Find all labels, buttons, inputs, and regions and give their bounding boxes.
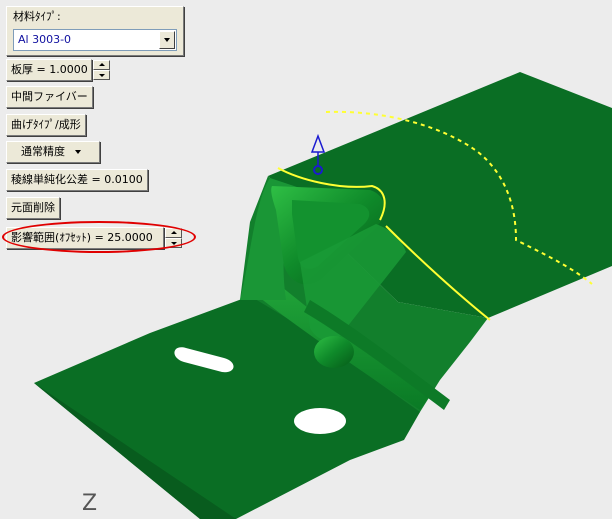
spin-up-icon[interactable] xyxy=(165,228,182,238)
material-label: 材料ﾀｲﾌﾟ: xyxy=(13,10,61,23)
delete-face-button[interactable]: 元面削除 xyxy=(6,197,60,219)
handle-arrow xyxy=(310,133,326,153)
spin-down-icon[interactable] xyxy=(93,70,110,80)
chevron-down-icon xyxy=(75,150,81,154)
small-bump xyxy=(314,336,354,368)
ridge-simplify-label: 稜線単純化公差 = xyxy=(11,173,101,186)
middle-fiber-button[interactable]: 中間ファイバー xyxy=(6,86,93,108)
material-value: Al 3003-0 xyxy=(18,33,72,46)
spin-down-icon[interactable] xyxy=(165,238,182,248)
influence-spinner[interactable] xyxy=(165,228,182,248)
thickness-spinner[interactable] xyxy=(93,60,110,80)
round-hole xyxy=(294,408,346,434)
precision-dropdown[interactable]: 通常精度 xyxy=(6,141,100,163)
thickness-label: 板厚 = xyxy=(11,63,46,76)
influence-label: 影響範囲(ｵﾌｾｯﾄ) = xyxy=(11,231,104,244)
ridge-simplify-value: 0.0100 xyxy=(104,173,143,186)
material-group: 材料ﾀｲﾌﾟ: Al 3003-0 xyxy=(6,6,184,56)
spin-up-icon[interactable] xyxy=(93,60,110,70)
z-axis-label: Z xyxy=(82,491,98,516)
thickness-value: 1.0000 xyxy=(49,63,88,76)
thickness-field[interactable]: 板厚 = 1.0000 xyxy=(6,59,92,81)
bend-type-button[interactable]: 曲げﾀｲﾌﾟ/成形 xyxy=(6,114,86,136)
influence-value: 25.0000 xyxy=(107,231,153,244)
influence-range-field[interactable]: 影響範囲(ｵﾌｾｯﾄ) = 25.0000 xyxy=(6,227,164,249)
material-select[interactable]: Al 3003-0 xyxy=(13,29,177,51)
chevron-down-icon[interactable] xyxy=(159,31,175,49)
ridge-simplify-field[interactable]: 稜線単純化公差 = 0.0100 xyxy=(6,169,148,191)
option-panel: 材料ﾀｲﾌﾟ: Al 3003-0 板厚 = 1.0000 中間ファイバー 曲げ… xyxy=(0,0,200,260)
precision-value: 通常精度 xyxy=(21,145,65,158)
